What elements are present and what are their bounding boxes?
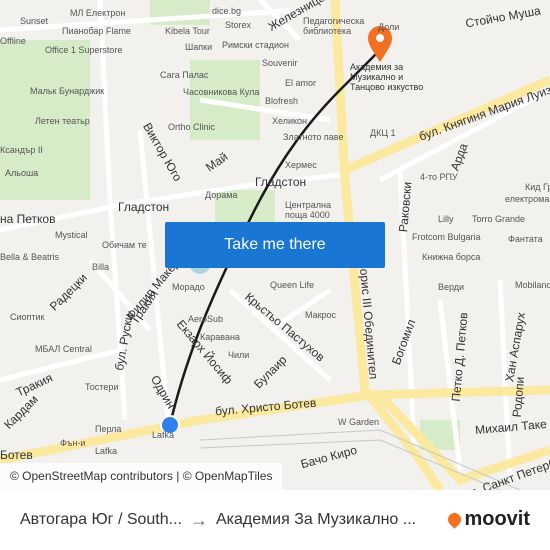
poi-label: Office 1 Superstore: [45, 45, 123, 55]
poi-label: Златното паве: [283, 132, 344, 142]
poi-label: Верди: [438, 282, 465, 292]
destination-pin-dot: [376, 34, 384, 42]
poi-label: Ortho Clinic: [168, 122, 216, 132]
poi-label: Mystical: [55, 230, 88, 240]
poi-label: Сага Палас: [160, 70, 209, 80]
destination-name: Академия За Музикално ...: [215, 511, 417, 528]
poi-label: Пианобар Flame: [62, 26, 131, 36]
poi-label: dice.bg: [212, 6, 242, 16]
poi-label: W Garden: [338, 417, 380, 427]
destination-label: Академия за Музикално и Танцово изкуство: [350, 62, 424, 92]
brand-name: moovit: [464, 508, 530, 530]
poi-label: Kibela Tour: [165, 26, 210, 36]
poi-label: Сиоптик: [10, 312, 45, 322]
poi-label: МЛ Електрон: [70, 8, 126, 18]
poi-label: Bella & Beatris: [0, 252, 60, 262]
poi-label: Ксандър II: [0, 145, 43, 155]
street-label: Гладстон: [255, 175, 307, 189]
poi-label: Тостери: [85, 382, 119, 392]
origin-name: Автогара Юг / South...: [20, 511, 182, 528]
street-label: на Петков: [0, 212, 56, 226]
poi-label: Blofresh: [265, 96, 299, 106]
poi-label: МБАЛ Central: [35, 344, 92, 354]
poi-label: Обичам те: [102, 240, 147, 250]
street-label: Гладстон: [118, 200, 170, 214]
poi-label: Sunset: [20, 16, 49, 26]
poi-label: Каравана: [200, 332, 240, 342]
poi-label: Централна поща 4000: [285, 200, 331, 220]
moovit-pin-icon: [445, 510, 465, 529]
poi-label: Чили: [228, 350, 250, 360]
poi-label: Доpама: [205, 190, 238, 200]
poi-label: Доли: [378, 22, 400, 32]
poi-label: Storex: [225, 20, 252, 30]
map[interactable]: Гладстон Гладстон Май Виктор Юго Филип М…: [0, 0, 550, 490]
moovit-logo: moovit: [445, 508, 530, 531]
poi-label: Книжна борса: [422, 252, 481, 262]
poi-label: Souvenir: [262, 58, 298, 68]
poi-label: ДКЦ 1: [370, 128, 396, 138]
poi-label: AeroSub: [188, 314, 224, 324]
poi-label: Часовникова Кула: [183, 87, 260, 97]
poi-label: Mobiland: [515, 280, 550, 290]
poi-label: Billa: [92, 262, 110, 272]
road: [0, 347, 121, 383]
poi-label: Queen Life: [270, 280, 315, 290]
poi-label: El amor: [285, 78, 317, 88]
poi-label: Педагогическа библиотека: [303, 16, 365, 36]
poi-label: Макрос: [305, 310, 337, 320]
poi-label: Lilly: [438, 214, 454, 224]
poi-label: Мoрадо: [172, 282, 205, 292]
poi-label: Летен театьр: [35, 116, 90, 126]
poi-label: Альоша: [5, 168, 39, 178]
poi-label: Хермес: [285, 160, 317, 170]
poi-label: Torro Grande: [472, 214, 526, 224]
poi-label: Кид Гр: [525, 182, 550, 192]
take-me-there-button[interactable]: Take me there: [165, 222, 385, 268]
poi-label: Римски стадион: [222, 40, 289, 50]
arrow-right-icon: →: [189, 509, 208, 530]
poi-label: Lafka: [152, 430, 175, 440]
map-attribution[interactable]: © OpenStreetMap contributors | © OpenMap…: [0, 463, 283, 490]
poi-label: Frotcom Bulgaria: [412, 232, 481, 242]
poi-label: Шапки: [185, 42, 213, 52]
poi-label: Перла: [95, 424, 122, 434]
street-label: Ботев: [0, 448, 33, 462]
poi-label: Фън-и: [60, 438, 86, 448]
poi-label: Offline: [0, 36, 26, 46]
poi-label: Хеликон: [272, 116, 308, 126]
poi-label: електрома: [505, 194, 550, 204]
poi-label: Фантата: [508, 234, 543, 244]
poi-label: 4-то РПУ: [420, 172, 458, 182]
poi-label: Мальк Бунарджик: [30, 86, 105, 96]
poi-label: Lafka: [95, 446, 118, 456]
